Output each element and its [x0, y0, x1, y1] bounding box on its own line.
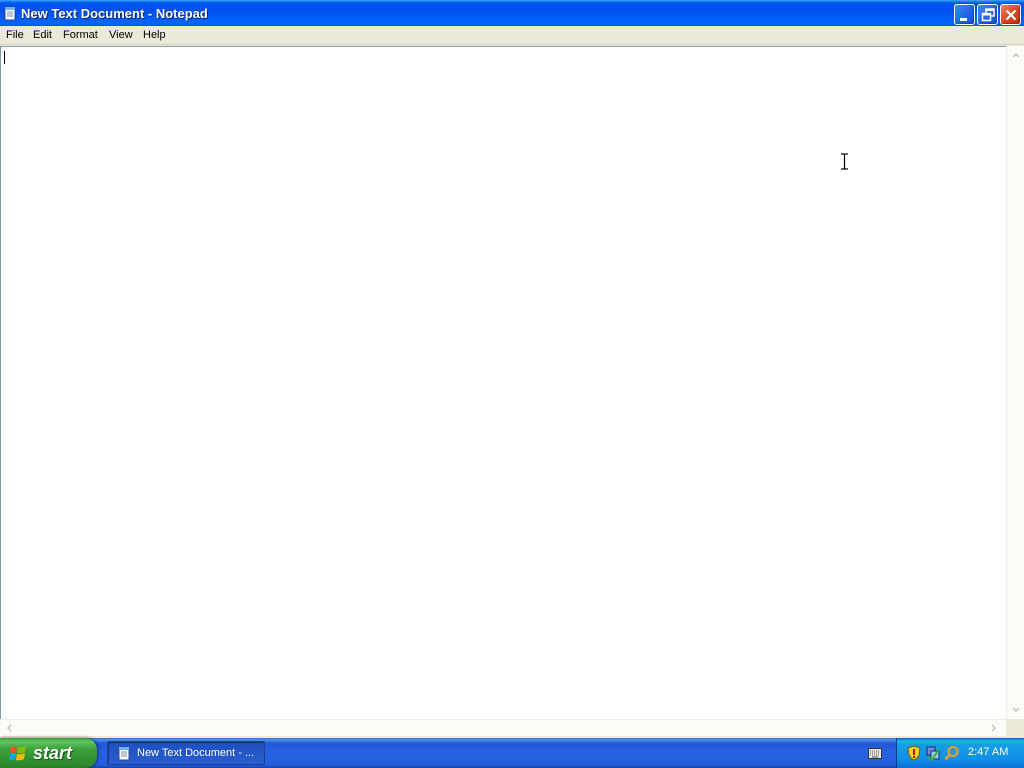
taskbar-notepad-label: New Text Document - ...: [137, 747, 255, 759]
restore-icon: [981, 8, 995, 22]
menu-bar: File Edit Format View Help: [0, 26, 1024, 45]
security-shield-icon[interactable]: [907, 745, 921, 761]
menu-edit[interactable]: Edit: [33, 28, 52, 43]
taskbar-notepad-button[interactable]: New Text Document - ...: [107, 741, 265, 765]
close-icon: [1005, 9, 1017, 21]
menu-file[interactable]: File: [6, 28, 24, 43]
minimize-button[interactable]: [954, 4, 975, 25]
notepad-icon[interactable]: [4, 6, 17, 21]
menu-format[interactable]: Format: [63, 28, 98, 43]
network-icon[interactable]: [925, 745, 941, 761]
text-caret: [4, 51, 5, 64]
menu-help[interactable]: Help: [143, 28, 166, 43]
ibeam-cursor-icon: [841, 153, 848, 170]
window-title: New Text Document - Notepad: [21, 6, 208, 21]
taskbar: start New Text Document - ... 2:47 AM: [0, 738, 1024, 768]
scroll-right-arrow-icon[interactable]: [991, 724, 997, 732]
notepad-window: New Text Document - Notepad File Edit Fo…: [0, 0, 1024, 738]
start-button[interactable]: start: [0, 738, 97, 768]
keyboard-icon[interactable]: [868, 748, 882, 759]
scroll-up-arrow-icon[interactable]: [1012, 52, 1020, 58]
search-icon[interactable]: [944, 745, 960, 761]
scroll-down-arrow-icon[interactable]: [1012, 707, 1020, 713]
scroll-left-arrow-icon[interactable]: [6, 724, 12, 732]
horizontal-scrollbar[interactable]: [0, 719, 1006, 736]
size-grip[interactable]: [1006, 719, 1024, 736]
clock[interactable]: 2:47 AM: [968, 746, 1008, 759]
close-button[interactable]: [1000, 4, 1021, 25]
system-tray: 2:47 AM: [896, 738, 1024, 768]
windows-logo-icon: [9, 746, 26, 761]
vertical-scrollbar[interactable]: [1006, 46, 1024, 719]
minimize-icon: [960, 18, 967, 21]
text-editor-area[interactable]: [0, 46, 1006, 719]
menu-view[interactable]: View: [109, 28, 133, 43]
notepad-icon: [118, 746, 130, 761]
title-bar[interactable]: New Text Document - Notepad: [0, 0, 1024, 26]
restore-button[interactable]: [977, 4, 998, 25]
start-label: start: [33, 743, 73, 763]
